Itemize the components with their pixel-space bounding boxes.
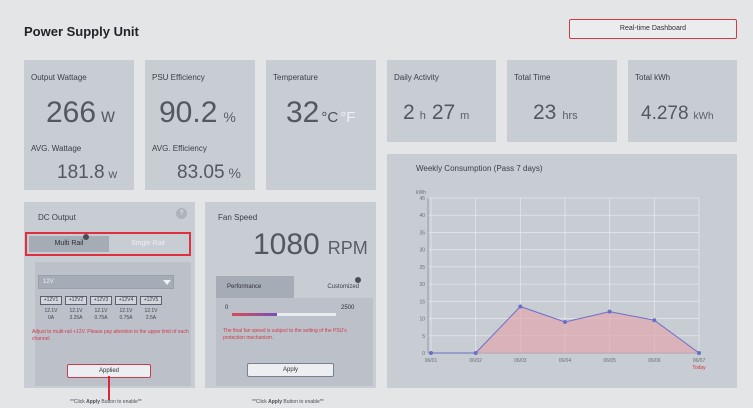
temperature-label: Temperature (273, 73, 318, 82)
total-time-label: Total Time (514, 73, 551, 82)
rail-voltage: 12.1V (44, 308, 58, 314)
fan-speed-slider[interactable] (232, 313, 336, 316)
avg-wattage-value: 181.8 w (57, 162, 118, 183)
data-point (518, 304, 523, 309)
y-tick-label: 20 (419, 282, 425, 288)
avg-wattage-label: AVG. Wattage (31, 144, 82, 153)
fan-speed-title: Fan Speed (218, 213, 258, 222)
output-wattage-label: Output Wattage (31, 73, 87, 82)
rail-voltage: 12.1V (144, 308, 158, 314)
psu-efficiency-label: PSU Efficiency (152, 73, 205, 82)
today-label: Today (692, 365, 706, 371)
fahrenheit-unit[interactable]: °F (340, 109, 355, 126)
rail-chip[interactable]: +12V2 (65, 296, 87, 305)
data-point (563, 320, 567, 324)
total-time-value: 23 hrs (533, 101, 578, 124)
x-tick-label: 06/04 (559, 358, 572, 364)
data-point (607, 309, 612, 314)
y-tick-label: 0 (422, 351, 425, 357)
tab-performance[interactable]: Performance (216, 276, 294, 298)
chevron-down-icon (163, 280, 171, 285)
data-point (473, 351, 478, 355)
dc-output-title: DC Output (38, 213, 76, 222)
fan-speed-hint: **Click Apply Button to enable** (252, 399, 324, 405)
y-tick-label: 40 (419, 213, 425, 219)
data-point (697, 351, 701, 355)
total-kwh-label: Total kWh (635, 73, 671, 82)
y-tick-label: 5 (422, 334, 425, 340)
total-kwh-card: Total kWh 4.278 kWh (628, 60, 737, 142)
tab-customized[interactable]: Customized (294, 276, 373, 298)
fan-speed-value: 1080 RPM (253, 228, 368, 261)
x-tick-label: 06/05 (603, 358, 616, 364)
rail-mode-toggle: Multi Rail Single Rail (25, 232, 191, 256)
y-tick-label: 30 (419, 248, 425, 254)
slider-max-label: 2500 (341, 305, 355, 311)
realtime-dashboard-button[interactable]: Real-time Dashboard (569, 19, 737, 39)
total-kwh-value: 4.278 kWh (641, 103, 714, 124)
rail-voltage: 12.1V (69, 308, 83, 314)
dc-output-hint: **Click Apply Button to enable** (70, 399, 142, 405)
celsius-unit[interactable]: °C (321, 109, 338, 126)
y-tick-label: 15 (419, 299, 425, 305)
psu-efficiency-value: 90.2% (159, 96, 236, 129)
slider-min-label: 0 (225, 305, 229, 311)
fan-speed-card: Fan Speed 1080 RPM Performance Customized… (205, 202, 376, 388)
help-icon[interactable]: ? (176, 208, 187, 219)
rail-voltage: 12.1V (94, 308, 108, 314)
x-tick-label: 06/02 (469, 358, 482, 364)
rail-current: 0.75A (94, 315, 108, 321)
rail-current: 3.25A (69, 315, 83, 321)
avg-efficiency-label: AVG. Efficiency (152, 144, 207, 153)
tab-multi-rail[interactable]: Multi Rail (29, 236, 109, 252)
annotation-pointer (108, 376, 110, 400)
x-tick-label: 06/01 (425, 358, 438, 364)
rail-current: 2.5A (145, 315, 157, 321)
selected-check-icon (83, 234, 89, 240)
page-title: Power Supply Unit (24, 24, 139, 39)
y-tick-label: 10 (419, 317, 425, 323)
rail-chip[interactable]: +12V5 (140, 296, 162, 305)
weekly-consumption-card: Weekly Consumption (Pass 7 days) kWh 0 5 10… (387, 154, 737, 388)
rail-chip[interactable]: +12V4 (115, 296, 137, 305)
rail-chip[interactable]: +12V3 (90, 296, 112, 305)
fan-apply-button[interactable]: Apply (247, 363, 334, 377)
fan-speed-note: The final fan speed is subject to the se… (223, 328, 347, 341)
temperature-value: 32 °C °F (286, 96, 356, 129)
data-point (429, 351, 433, 355)
rail-current: 0A (47, 315, 55, 321)
avg-efficiency-value: 83.05% (177, 162, 241, 183)
total-time-card: Total Time 23 hrs (507, 60, 617, 142)
weekly-consumption-chart: kWh05101520253035404506/01 06/02 06/03 06/0… (416, 190, 706, 371)
rail-voltage-select[interactable]: 12V (38, 275, 174, 289)
rail-voltage: 12.1V (119, 308, 133, 314)
daily-activity-label: Daily Activity (394, 73, 439, 82)
x-tick-label: 06/07 (693, 358, 706, 364)
dc-output-card: DC Output ? Multi Rail Single Rail 12V +… (24, 202, 195, 388)
customized-check-icon (355, 277, 361, 283)
output-wattage-card: Output Wattage 266 w AVG. Wattage 181.8 w (24, 60, 134, 190)
rail-chip[interactable]: +12V1 (40, 296, 62, 305)
daily-activity-card: Daily Activity 2 h 27 m (387, 60, 496, 142)
data-point (652, 318, 657, 323)
y-tick-label: 25 (419, 265, 425, 271)
y-tick-label: 35 (419, 230, 425, 236)
y-tick-label: 45 (419, 196, 425, 202)
tab-single-rail[interactable]: Single Rail (109, 236, 187, 252)
temperature-card: Temperature 32 °C °F (266, 60, 376, 190)
daily-activity-value: 2 h 27 m (403, 101, 470, 124)
x-tick-label: 06/06 (648, 358, 661, 364)
dc-output-note: Adjust to multi-rail +12V. Please pay at… (32, 329, 189, 342)
fan-speed-slider-fill (232, 313, 277, 316)
rail-current: 0.75A (119, 315, 133, 321)
output-wattage-value: 266 w (46, 96, 115, 129)
x-tick-label: 06/03 (514, 358, 527, 364)
psu-efficiency-card: PSU Efficiency 90.2% AVG. Efficiency 83.… (145, 60, 255, 190)
